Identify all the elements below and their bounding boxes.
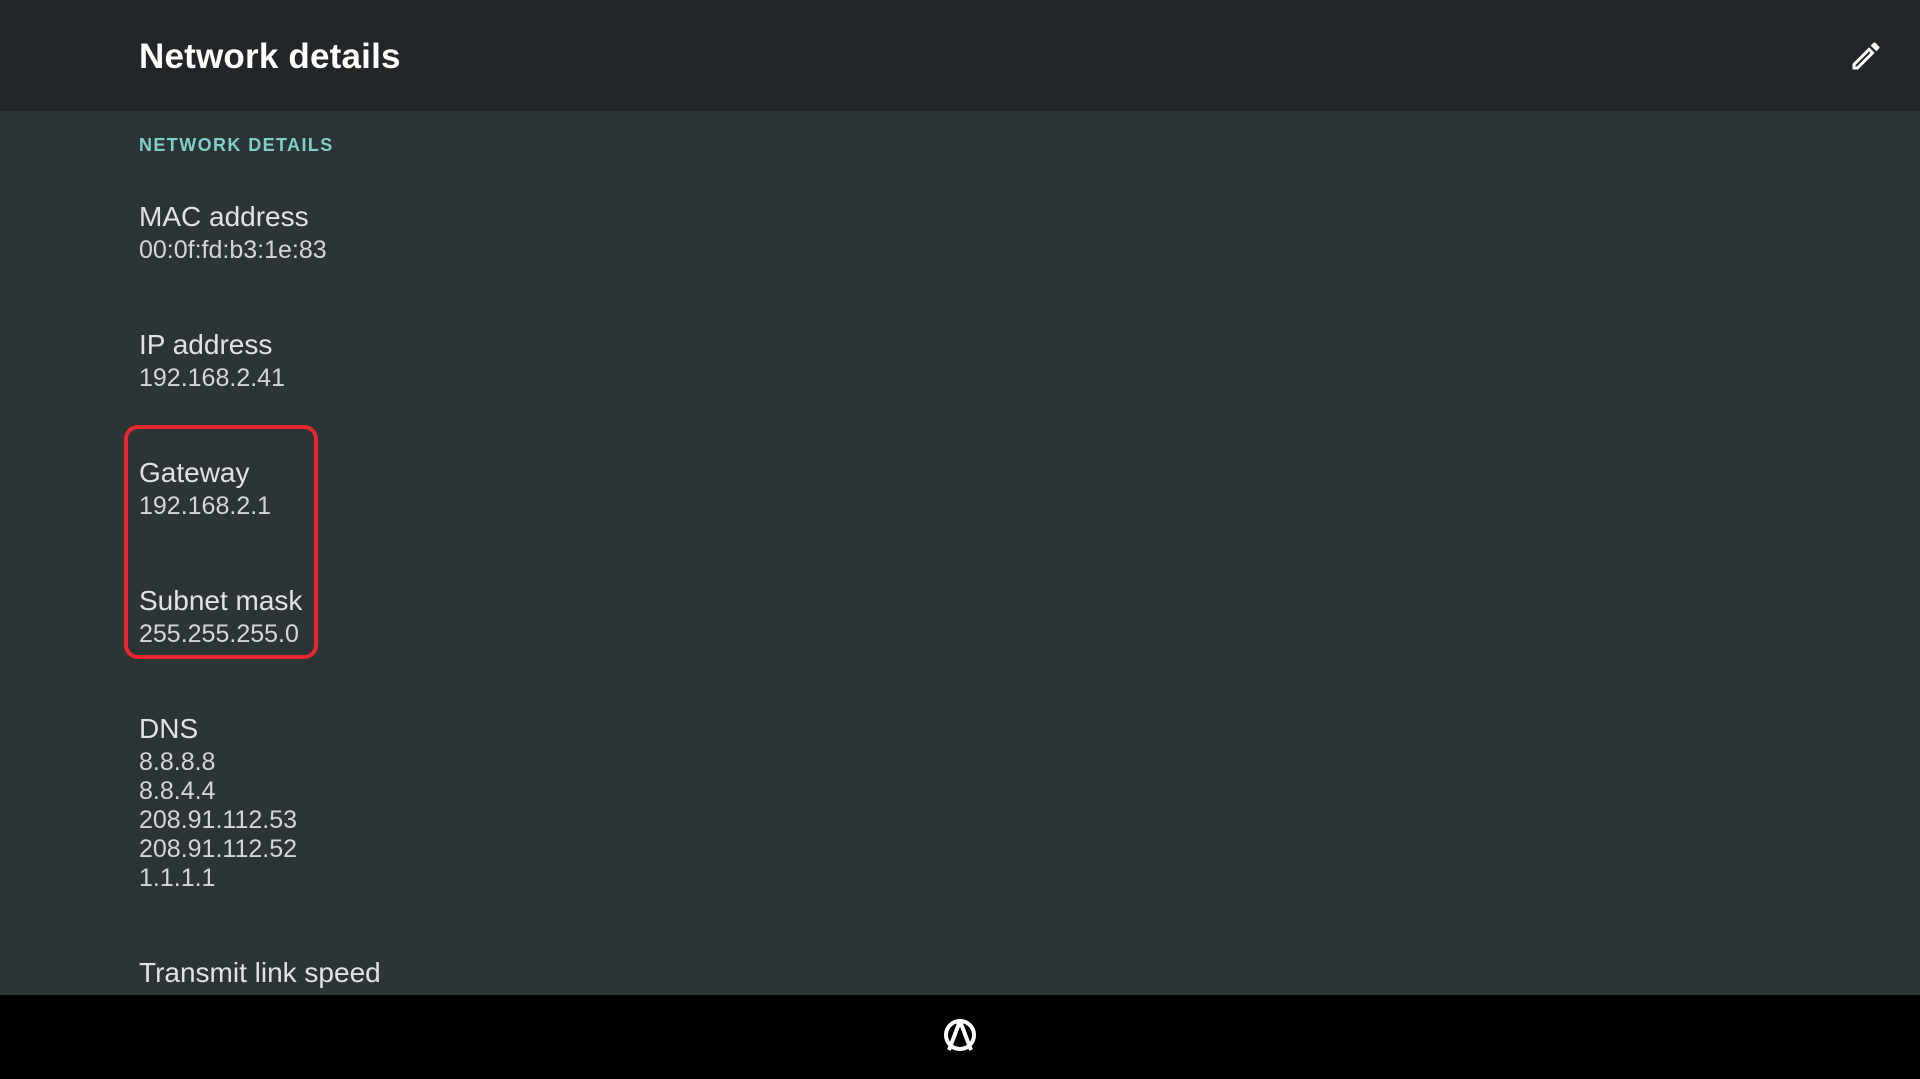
mac-address-item[interactable]: MAC address 00:0f:fd:b3:1e:83 (139, 200, 327, 265)
dns-values: 8.8.8.8 8.8.4.4 208.91.112.53 208.91.112… (139, 748, 297, 893)
navigation-bar (0, 995, 1920, 1079)
dns-label: DNS (139, 713, 199, 744)
app-window: Network details NETWORK DETAILS MAC addr… (0, 0, 1920, 1079)
transmit-link-speed-item[interactable]: Transmit link speed (139, 956, 381, 990)
gateway-value: 192.168.2.1 (139, 492, 272, 520)
subnet-mask-item[interactable]: Subnet mask 255.255.255.0 (139, 584, 302, 649)
mac-address-label: MAC address (139, 201, 309, 232)
ip-address-item[interactable]: IP address 192.168.2.41 (139, 328, 285, 393)
pencil-icon (1852, 42, 1880, 70)
dns-server-value: 1.1.1.1 (139, 864, 216, 892)
dns-item[interactable]: DNS 8.8.8.8 8.8.4.4 208.91.112.53 208.91… (139, 712, 297, 893)
home-button[interactable] (938, 1013, 982, 1057)
top-app-bar: Network details (0, 0, 1920, 111)
launcher-home-icon (944, 1019, 976, 1051)
subnet-mask-value: 255.255.255.0 (139, 620, 299, 648)
dns-server-value: 208.91.112.53 (139, 806, 298, 834)
mac-address-value: 00:0f:fd:b3:1e:83 (139, 236, 327, 264)
ip-address-label: IP address (139, 329, 273, 360)
section-header: NETWORK DETAILS (139, 135, 334, 155)
dns-server-value: 208.91.112.52 (139, 835, 298, 863)
details-list[interactable]: NETWORK DETAILS MAC address 00:0f:fd:b3:… (0, 111, 1920, 995)
dns-server-value: 8.8.4.4 (139, 777, 216, 805)
subnet-mask-label: Subnet mask (139, 585, 303, 616)
gateway-label: Gateway (139, 457, 250, 488)
transmit-link-speed-label: Transmit link speed (139, 957, 381, 988)
page-title: Network details (139, 37, 401, 76)
edit-button[interactable] (1842, 32, 1890, 80)
dns-server-value: 8.8.8.8 (139, 748, 216, 776)
ip-address-value: 192.168.2.41 (139, 364, 285, 392)
gateway-item[interactable]: Gateway 192.168.2.1 (139, 456, 271, 521)
